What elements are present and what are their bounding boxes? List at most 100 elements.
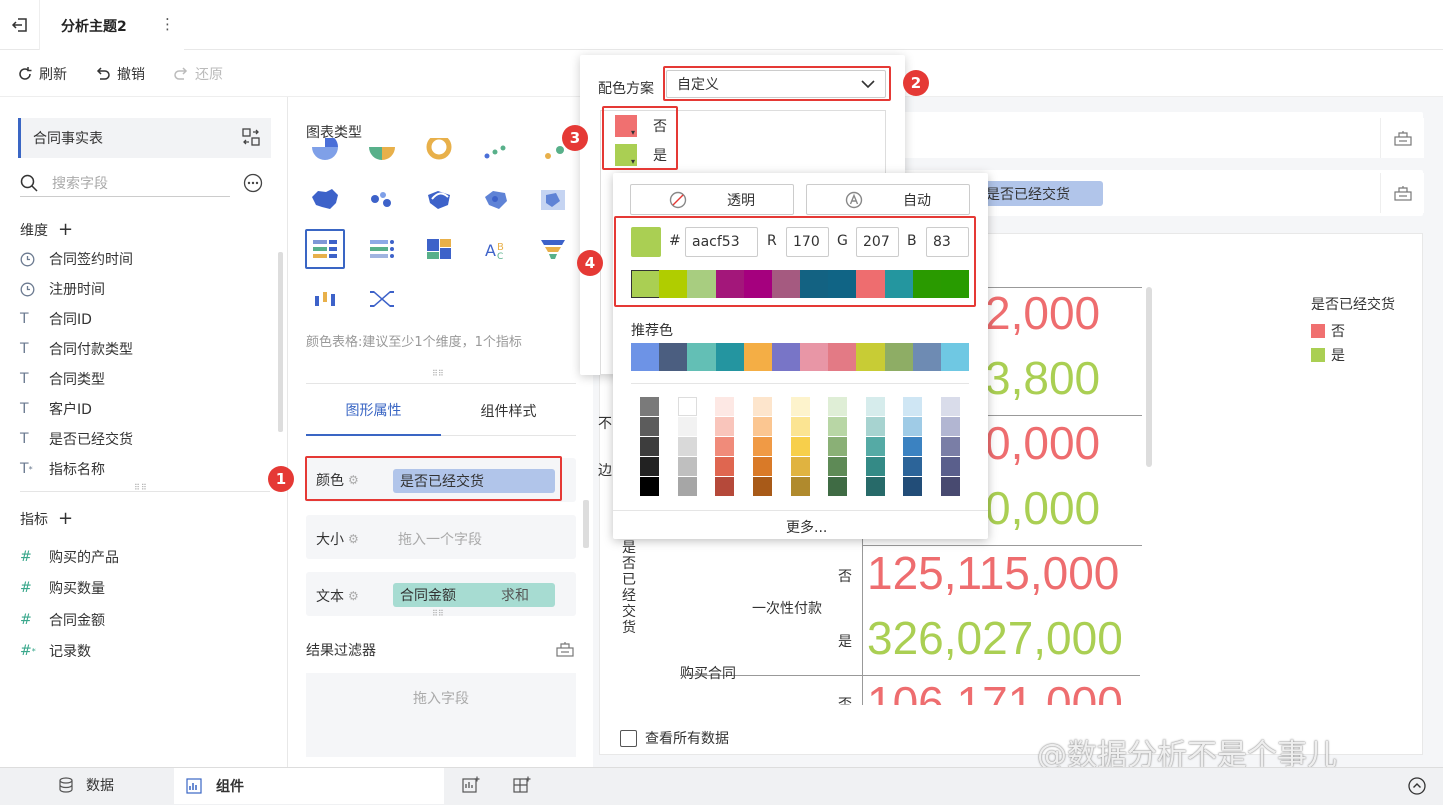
gradient-color-swatch[interactable]	[790, 477, 810, 496]
candlestick-icon[interactable]	[305, 279, 345, 319]
gradient-color-swatch[interactable]	[828, 457, 848, 476]
gradient-color-swatch[interactable]	[865, 477, 885, 496]
gradient-color-swatch[interactable]	[752, 397, 772, 416]
gradient-color-swatch[interactable]	[715, 417, 735, 436]
point-map-icon[interactable]	[362, 180, 402, 220]
more-menu-icon[interactable]: ⋮	[160, 15, 175, 33]
component-tab[interactable]: 组件	[174, 768, 444, 804]
gradient-color-swatch[interactable]	[640, 397, 660, 416]
metric-item[interactable]: # 购买的产品	[20, 542, 119, 572]
filter-drop-zone[interactable]: 拖入字段	[306, 673, 576, 757]
recommended-color-swatch[interactable]	[659, 343, 688, 371]
gradient-color-swatch[interactable]	[903, 437, 923, 456]
transparent-button[interactable]: 透明	[630, 184, 794, 215]
region-map-icon[interactable]	[533, 180, 573, 220]
gradient-color-swatch[interactable]	[865, 397, 885, 416]
gradient-color-swatch[interactable]	[715, 457, 735, 476]
recommended-color-swatch[interactable]	[884, 343, 914, 371]
dimension-item[interactable]: T 客户ID	[20, 394, 92, 424]
gradient-color-swatch[interactable]	[865, 417, 885, 436]
tab-component-style[interactable]: 组件样式	[441, 386, 576, 436]
search-field[interactable]: 搜索字段	[20, 169, 230, 197]
gradient-color-swatch[interactable]	[790, 397, 810, 416]
resize-handle[interactable]: ⠿⠿	[432, 609, 444, 618]
dimension-item[interactable]: 合同签约时间	[20, 244, 133, 274]
gradient-color-swatch[interactable]	[903, 477, 923, 496]
recommended-color-swatch[interactable]	[687, 343, 716, 371]
exit-button[interactable]	[0, 0, 40, 50]
gradient-color-swatch[interactable]	[903, 457, 923, 476]
gradient-color-swatch[interactable]	[677, 457, 697, 476]
gradient-color-swatch[interactable]	[940, 397, 960, 416]
metric-item[interactable]: # 购买数量	[20, 573, 105, 603]
recommended-color-swatch[interactable]	[912, 343, 942, 371]
scatter-chart-icon[interactable]	[476, 138, 516, 160]
gradient-color-swatch[interactable]	[828, 397, 848, 416]
gradient-color-swatch[interactable]	[903, 397, 923, 416]
gradient-color-swatch[interactable]	[677, 477, 697, 496]
aggregation-label[interactable]: 求和	[501, 585, 529, 605]
checkbox[interactable]	[620, 729, 637, 747]
gradient-color-swatch[interactable]	[752, 417, 772, 436]
dimension-item[interactable]: T * 指标名称	[20, 454, 105, 484]
gradient-color-swatch[interactable]	[752, 457, 772, 476]
gradient-color-swatch[interactable]	[940, 477, 960, 496]
gradient-color-swatch[interactable]	[828, 437, 848, 456]
recommended-color-swatch[interactable]	[800, 343, 829, 371]
gradient-color-swatch[interactable]	[752, 437, 772, 456]
scrollbar[interactable]	[278, 252, 283, 432]
funnel-chart-icon[interactable]	[533, 229, 573, 269]
gradient-color-swatch[interactable]	[715, 437, 735, 456]
dimension-item[interactable]: 注册时间	[20, 274, 105, 304]
gradient-color-swatch[interactable]	[865, 457, 885, 476]
text-field-chip[interactable]: 合同金额 求和	[393, 583, 555, 607]
gradient-color-swatch[interactable]	[790, 457, 810, 476]
gradient-color-swatch[interactable]	[903, 417, 923, 436]
dimension-item[interactable]: T 合同类型	[20, 364, 105, 394]
table-scrollbar[interactable]	[1146, 287, 1152, 467]
row-field-chip[interactable]: 是否已经交货	[980, 181, 1103, 206]
heat-map-icon[interactable]	[476, 180, 516, 220]
gradient-color-swatch[interactable]	[715, 397, 735, 416]
dimension-item[interactable]: T 合同ID	[20, 304, 92, 334]
legend-item[interactable]: 是	[1311, 345, 1345, 365]
metric-item[interactable]: # * 记录数	[20, 636, 91, 666]
treemap-icon[interactable]	[419, 229, 459, 269]
gradient-color-swatch[interactable]	[677, 437, 697, 456]
recommended-color-swatch[interactable]	[715, 343, 745, 371]
recommended-color-swatch[interactable]	[828, 343, 857, 371]
collapse-up-icon[interactable]	[1408, 777, 1426, 795]
map-chart-icon[interactable]	[305, 180, 345, 220]
search-input[interactable]: 搜索字段	[52, 173, 108, 193]
add-component-icon[interactable]	[462, 776, 480, 794]
add-dimension-icon[interactable]: +	[58, 219, 73, 240]
gradient-color-swatch[interactable]	[828, 477, 848, 496]
gradient-color-swatch[interactable]	[865, 437, 885, 456]
add-dashboard-icon[interactable]	[513, 776, 531, 794]
scrollbar[interactable]	[583, 500, 589, 548]
refresh-button[interactable]: 刷新	[17, 64, 67, 84]
gradient-color-swatch[interactable]	[828, 417, 848, 436]
gradient-color-swatch[interactable]	[790, 417, 810, 436]
shelf-settings-icon[interactable]	[1380, 118, 1424, 158]
view-all-data-checkbox[interactable]: 查看所有数据	[620, 728, 729, 748]
gradient-color-swatch[interactable]	[640, 477, 660, 496]
gradient-color-swatch[interactable]	[715, 477, 735, 496]
gradient-color-swatch[interactable]	[677, 397, 697, 416]
flow-map-icon[interactable]	[419, 180, 459, 220]
undo-button[interactable]: 撤销	[95, 64, 145, 84]
size-drop-placeholder[interactable]: 拖入一个字段	[398, 529, 482, 549]
more-colors-link[interactable]: 更多...	[786, 517, 827, 537]
table-selector[interactable]: 合同事实表	[18, 118, 271, 158]
rose-chart-icon[interactable]	[362, 138, 402, 160]
gradient-color-swatch[interactable]	[940, 457, 960, 476]
gradient-color-swatch[interactable]	[790, 437, 810, 456]
add-metric-icon[interactable]: +	[58, 508, 73, 529]
gear-icon[interactable]: ⚙	[348, 589, 359, 603]
sankey-icon[interactable]	[362, 279, 402, 319]
gear-icon[interactable]: ⚙	[348, 532, 359, 546]
recommended-color-swatch[interactable]	[631, 343, 660, 371]
data-tab[interactable]: 数据	[58, 775, 114, 795]
recommended-color-swatch[interactable]	[940, 343, 970, 371]
donut-chart-icon[interactable]	[419, 138, 459, 160]
